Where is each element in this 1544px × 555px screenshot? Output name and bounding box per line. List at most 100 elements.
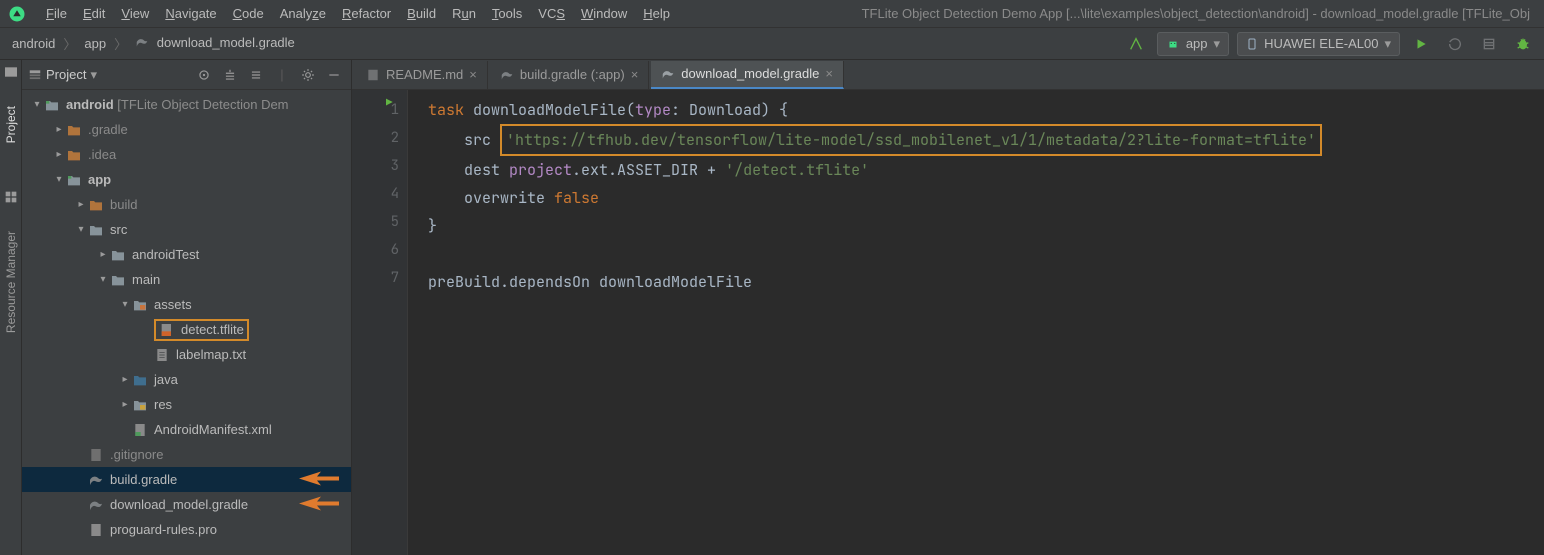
- debug-button-icon[interactable]: [1510, 31, 1536, 57]
- tab-download-gradle[interactable]: download_model.gradle ×: [651, 61, 844, 89]
- navigation-bar: android 〉 app 〉 download_model.gradle ap…: [0, 28, 1544, 60]
- arrow-annotation-icon: [299, 496, 339, 513]
- tree-item-src[interactable]: ▾ src: [22, 217, 351, 242]
- resource-manager-tool-icon[interactable]: [3, 189, 19, 205]
- tree-item-proguard[interactable]: proguard-rules.pro: [22, 517, 351, 542]
- menu-tools[interactable]: Tools: [484, 6, 530, 21]
- resource-manager-tool-tab[interactable]: Resource Manager: [2, 225, 20, 339]
- folder-icon: [66, 122, 82, 138]
- highlight-box: 'https://tfhub.dev/tensorflow/lite-model…: [500, 124, 1322, 156]
- run-gutter-icon[interactable]: ▶: [386, 96, 393, 110]
- menu-help[interactable]: Help: [635, 6, 678, 21]
- menu-view[interactable]: View: [113, 6, 157, 21]
- breadcrumb-module[interactable]: app: [80, 36, 110, 51]
- menu-build[interactable]: Build: [399, 6, 444, 21]
- breadcrumb-sep-icon: 〉: [110, 34, 131, 53]
- manifest-file-icon: [132, 422, 148, 438]
- tree-root[interactable]: ▾ android [TFLite Object Detection Dem: [22, 92, 351, 117]
- attach-debugger-icon[interactable]: [1476, 31, 1502, 57]
- text-file-icon: [154, 347, 170, 363]
- code-editor[interactable]: task downloadModelFile(type: Download) {…: [408, 90, 1544, 555]
- chevron-down-icon[interactable]: ▾: [74, 224, 88, 235]
- res-folder-icon: [132, 397, 148, 413]
- tree-item-res[interactable]: ▸ res: [22, 392, 351, 417]
- tree-item-download-gradle[interactable]: download_model.gradle: [22, 492, 351, 517]
- run-button-icon[interactable]: [1408, 31, 1434, 57]
- project-tool-icon[interactable]: [3, 64, 19, 80]
- tree-item-app[interactable]: ▾ app: [22, 167, 351, 192]
- close-icon[interactable]: ×: [825, 66, 833, 81]
- chevron-right-icon[interactable]: ▸: [52, 124, 66, 135]
- tree-item-gradle[interactable]: ▸ .gradle: [22, 117, 351, 142]
- select-open-file-icon[interactable]: [193, 64, 215, 86]
- breadcrumb-root[interactable]: android: [8, 36, 59, 51]
- assets-folder-icon: [132, 297, 148, 313]
- run-config-combo[interactable]: app ▾: [1157, 32, 1229, 56]
- chevron-down-icon[interactable]: ▾: [90, 67, 97, 83]
- gear-icon[interactable]: [297, 64, 319, 86]
- module-folder-icon: [44, 97, 60, 113]
- run-config-label: app: [1186, 36, 1208, 51]
- chevron-right-icon[interactable]: ▸: [118, 374, 132, 385]
- breadcrumb-file[interactable]: download_model.gradle: [131, 35, 299, 52]
- tree-item-idea[interactable]: ▸ .idea: [22, 142, 351, 167]
- tree-item-main[interactable]: ▾ main: [22, 267, 351, 292]
- project-tool-tab[interactable]: Project: [2, 100, 20, 149]
- android-studio-logo-icon: [6, 3, 28, 25]
- gradle-file-icon: [88, 497, 104, 513]
- apply-changes-icon[interactable]: [1442, 31, 1468, 57]
- menu-analyze[interactable]: Analyze: [272, 6, 334, 21]
- divider-icon: |: [271, 64, 293, 86]
- menu-edit[interactable]: Edit: [75, 6, 113, 21]
- markdown-file-icon: [366, 68, 380, 82]
- menu-window[interactable]: Window: [573, 6, 635, 21]
- menu-vcs[interactable]: VCS: [530, 6, 573, 21]
- chevron-down-icon[interactable]: ▾: [30, 99, 44, 110]
- close-icon[interactable]: ×: [469, 67, 477, 82]
- sync-project-icon[interactable]: [1123, 31, 1149, 57]
- expand-all-icon[interactable]: [219, 64, 241, 86]
- chevron-right-icon[interactable]: ▸: [96, 249, 110, 260]
- tree-item-build[interactable]: ▸ build: [22, 192, 351, 217]
- chevron-down-icon: ▾: [1384, 36, 1391, 52]
- folder-icon: [110, 272, 126, 288]
- gradle-file-icon: [135, 35, 149, 52]
- project-tree[interactable]: ▾ android [TFLite Object Detection Dem ▸…: [22, 90, 351, 555]
- left-tool-window-bar: Project Resource Manager: [0, 60, 22, 555]
- chevron-right-icon[interactable]: ▸: [118, 399, 132, 410]
- folder-icon: [110, 247, 126, 263]
- tree-item-java[interactable]: ▸ java: [22, 367, 351, 392]
- chevron-down-icon: ▾: [1214, 36, 1221, 52]
- tree-item-manifest[interactable]: AndroidManifest.xml: [22, 417, 351, 442]
- tab-readme[interactable]: README.md ×: [356, 61, 488, 89]
- text-file-icon: [88, 447, 104, 463]
- menu-file[interactable]: File: [38, 6, 75, 21]
- project-view-label[interactable]: Project: [46, 67, 86, 82]
- tree-item-assets[interactable]: ▾ assets: [22, 292, 351, 317]
- project-tool-window: Project ▾ | ▾ android [TFLite Object Det…: [22, 60, 352, 555]
- chevron-down-icon[interactable]: ▾: [96, 274, 110, 285]
- tree-item-gitignore[interactable]: .gitignore: [22, 442, 351, 467]
- tree-item-androidtest[interactable]: ▸ androidTest: [22, 242, 351, 267]
- close-icon[interactable]: ×: [631, 67, 639, 82]
- tab-build-gradle[interactable]: build.gradle (:app) ×: [490, 61, 649, 89]
- project-header: Project ▾ |: [22, 60, 351, 90]
- menu-run[interactable]: Run: [444, 6, 484, 21]
- menubar: File Edit View Navigate Code Analyze Ref…: [0, 0, 1544, 28]
- tree-item-detect-tflite[interactable]: detect.tflite: [22, 317, 351, 342]
- editor-gutter[interactable]: ▶ 1 2 3 4 5 6 7: [352, 90, 408, 555]
- collapse-all-icon[interactable]: [245, 64, 267, 86]
- device-combo[interactable]: HUAWEI ELE-AL00 ▾: [1237, 32, 1400, 56]
- hide-icon[interactable]: [323, 64, 345, 86]
- chevron-right-icon[interactable]: ▸: [74, 199, 88, 210]
- chevron-down-icon[interactable]: ▾: [52, 174, 66, 185]
- highlight-box: detect.tflite: [154, 319, 249, 341]
- chevron-right-icon[interactable]: ▸: [52, 149, 66, 160]
- tree-item-labelmap[interactable]: labelmap.txt: [22, 342, 351, 367]
- tree-item-build-gradle[interactable]: build.gradle: [22, 467, 351, 492]
- text-file-icon: [88, 522, 104, 538]
- chevron-down-icon[interactable]: ▾: [118, 299, 132, 310]
- menu-navigate[interactable]: Navigate: [157, 6, 224, 21]
- menu-code[interactable]: Code: [225, 6, 272, 21]
- menu-refactor[interactable]: Refactor: [334, 6, 399, 21]
